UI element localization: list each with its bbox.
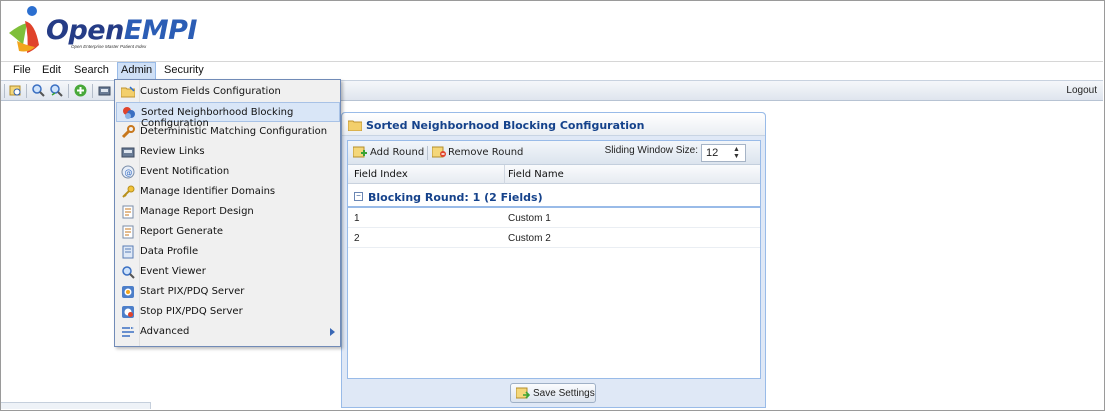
menu-item-sorted-neighborhood[interactable]: Sorted Neighborhood Blocking Configurati…	[116, 102, 340, 129]
server-stop-icon	[122, 306, 134, 318]
menu-edit[interactable]: Edit	[39, 64, 64, 76]
save-settings-button[interactable]: Save Settings	[510, 383, 596, 403]
toolbar-separator	[427, 146, 428, 160]
document-icon	[122, 245, 134, 259]
menu-item-report-generate[interactable]: Report Generate	[116, 222, 340, 242]
add-round-icon[interactable]	[353, 146, 367, 159]
save-icon	[516, 387, 530, 399]
table-row[interactable]: 2 Custom 2	[348, 228, 760, 248]
toolbar-separator	[92, 84, 93, 98]
menu-item-report-design[interactable]: Manage Report Design	[116, 202, 340, 222]
menu-item-start-pix-pdq[interactable]: Start PIX/PDQ Server	[116, 282, 340, 302]
group-label: Blocking Round: 1 (2 Fields)	[368, 191, 543, 204]
add-icon[interactable]	[74, 84, 87, 97]
toolbar-separator	[26, 84, 27, 98]
menu-security[interactable]: Security	[161, 64, 207, 76]
menu-item-deterministic-matching[interactable]: Deterministic Matching Configuration	[116, 122, 340, 142]
toolbar-separator	[4, 84, 5, 98]
add-round-button[interactable]: Add Round	[370, 147, 424, 158]
logo-subtitle: Open Enterprise Master Patient Index	[71, 44, 147, 49]
menu-file[interactable]: File	[10, 64, 34, 76]
sliding-window-input[interactable]: 12 ▲ ▼	[701, 144, 746, 162]
report-icon	[122, 225, 134, 239]
menu-bar: File Edit Search Admin Security	[1, 61, 1103, 80]
magnifier-icon	[122, 266, 135, 279]
column-field-index[interactable]: Field Index	[354, 169, 408, 180]
menu-admin[interactable]: Admin	[117, 62, 157, 80]
folder-icon	[121, 86, 135, 98]
field-name-cell: Custom 2	[508, 233, 551, 244]
menu-item-data-profile[interactable]: Data Profile	[116, 242, 340, 262]
menu-item-event-viewer[interactable]: Event Viewer	[116, 262, 340, 282]
menu-item-stop-pix-pdq[interactable]: Stop PIX/PDQ Server	[116, 302, 340, 322]
table-row[interactable]: 1 Custom 1	[348, 208, 760, 228]
menu-item-identifier-domains[interactable]: Manage Identifier Domains	[116, 182, 340, 202]
collapse-icon[interactable]: −	[354, 192, 363, 201]
app-header: OpenEMPI Open Enterprise Master Patient …	[1, 1, 1103, 61]
field-index-cell: 2	[354, 233, 360, 244]
bottom-status-tab	[1, 402, 151, 409]
search-records-icon[interactable]	[9, 84, 22, 97]
menu-item-event-notification[interactable]: @ Event Notification	[116, 162, 340, 182]
menu-item-review-links[interactable]: Review Links	[116, 142, 340, 162]
remove-round-icon[interactable]	[432, 146, 446, 159]
blocking-icon	[123, 107, 135, 119]
column-field-name[interactable]: Field Name	[508, 169, 564, 180]
blocking-config-panel: Sorted Neighborhood Blocking Configurati…	[341, 112, 766, 408]
menu-item-advanced[interactable]: Advanced	[116, 322, 340, 342]
key-icon	[122, 185, 135, 198]
remove-round-button[interactable]: Remove Round	[448, 147, 523, 158]
zoom-back-icon[interactable]	[50, 84, 63, 97]
svg-text:@: @	[125, 168, 133, 177]
mail-icon: @	[121, 165, 135, 179]
menu-search[interactable]: Search	[71, 64, 112, 76]
advanced-icon	[122, 327, 134, 337]
logo-wordmark: OpenEMPI	[46, 15, 197, 46]
toolbar-separator	[68, 84, 69, 98]
logout-link[interactable]: Logout	[1066, 85, 1097, 96]
admin-menu: Custom Fields Configuration Sorted Neigh…	[114, 79, 341, 347]
panel-title: Sorted Neighborhood Blocking Configurati…	[366, 119, 645, 132]
keyboard-icon	[121, 147, 135, 158]
openempi-logo-icon	[9, 6, 39, 53]
grid-header: Field Index Field Name	[348, 165, 760, 184]
grid-toolbar: Add Round Remove Round Sliding Window Si…	[348, 141, 760, 165]
submenu-arrow-icon	[330, 328, 335, 336]
keyboard-icon[interactable]	[98, 84, 111, 97]
field-index-cell: 1	[354, 213, 360, 224]
field-name-cell: Custom 1	[508, 213, 551, 224]
spinner-icon[interactable]: ▲ ▼	[731, 146, 742, 160]
server-start-icon	[122, 286, 134, 298]
sliding-window-label: Sliding Window Size:	[604, 145, 698, 156]
group-row[interactable]: − Blocking Round: 1 (2 Fields)	[348, 184, 760, 208]
column-divider	[504, 165, 505, 184]
folder-icon	[348, 120, 362, 131]
blocking-grid: Add Round Remove Round Sliding Window Si…	[347, 140, 761, 379]
menu-item-custom-fields[interactable]: Custom Fields Configuration	[116, 82, 340, 102]
panel-header: Sorted Neighborhood Blocking Configurati…	[342, 113, 765, 136]
wrench-icon	[121, 125, 135, 139]
zoom-icon[interactable]	[32, 84, 45, 97]
report-icon	[122, 205, 134, 219]
